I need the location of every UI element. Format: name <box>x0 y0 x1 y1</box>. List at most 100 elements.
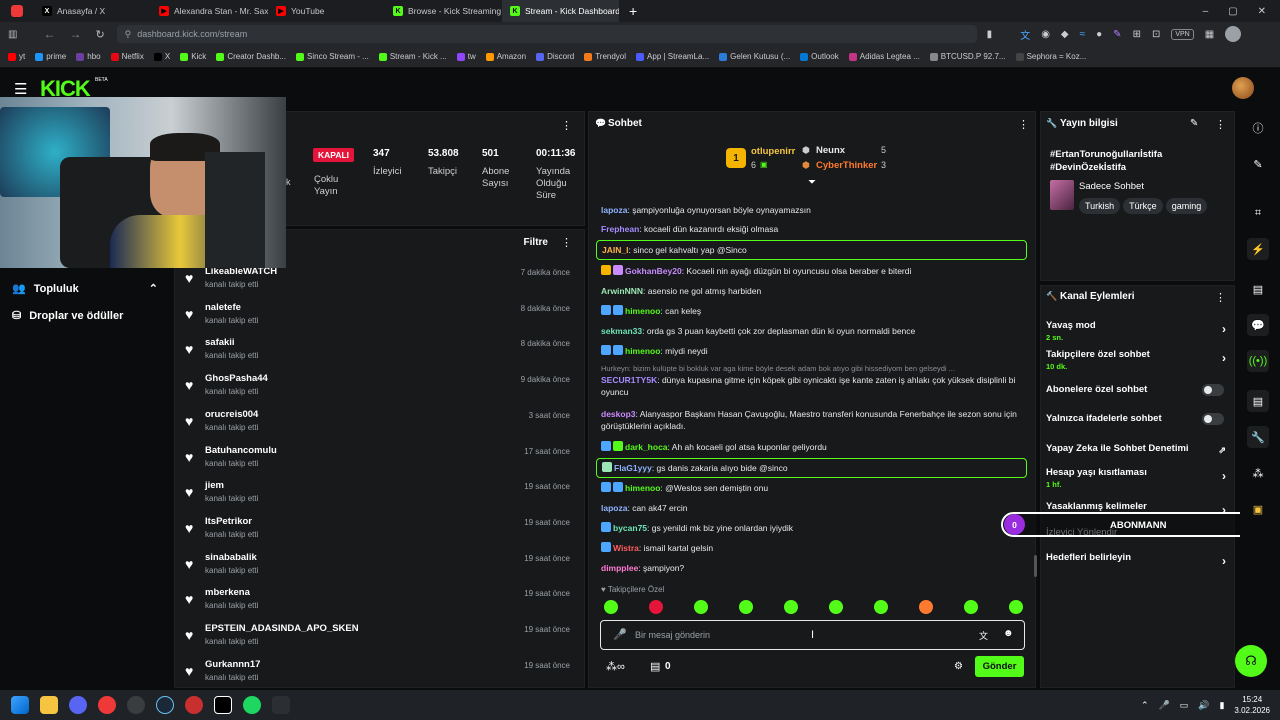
lightning-icon[interactable]: ⚡ <box>1247 238 1269 260</box>
chrome-icon[interactable] <box>127 696 145 714</box>
follower-name[interactable]: jiem <box>205 480 224 491</box>
bookmark-item[interactable]: Trendyol <box>584 52 626 61</box>
chat-username[interactable]: bycan75 <box>613 523 647 533</box>
pen-icon[interactable]: ✎ <box>1247 153 1269 175</box>
more-options-icon[interactable]: ⋮ <box>1215 291 1226 304</box>
windows-start-icon[interactable] <box>11 696 29 714</box>
bookmark-item[interactable]: prime <box>35 52 66 61</box>
tray-chevron-icon[interactable]: ⌃ <box>1141 700 1149 711</box>
chat-bubble-icon[interactable]: 💬 <box>1247 314 1269 336</box>
stream-tag[interactable]: Turkish <box>1079 198 1121 214</box>
leader-first-name[interactable]: otlupenirr <box>751 146 795 157</box>
stream-tag[interactable]: Türkçe <box>1123 198 1163 214</box>
new-tab-button[interactable]: + <box>619 3 647 19</box>
bookmark-item[interactable]: Kick <box>180 52 206 61</box>
browser-tab[interactable]: ▶ Alexandra Stan - Mr. Saxob <box>151 0 268 22</box>
document-icon[interactable]: ▤ <box>1247 278 1269 300</box>
back-icon[interactable]: ← <box>43 27 55 41</box>
channel-points-icon[interactable]: ⁂∞ <box>606 660 625 673</box>
leader-second-name[interactable]: Neunx <box>816 145 845 156</box>
chat-username[interactable]: Wistra <box>613 543 639 553</box>
follower-name[interactable]: EPSTEIN_ADASINDA_APO_SKEN <box>205 623 359 634</box>
browser-tab[interactable]: X Anasayfa / X <box>34 0 151 22</box>
close-icon[interactable]: ✕ <box>1258 6 1266 17</box>
extension-icon[interactable]: ≈ <box>1080 29 1086 40</box>
emote-icon[interactable] <box>919 600 933 614</box>
more-options-icon[interactable]: ⋮ <box>1018 118 1029 131</box>
bookmark-item[interactable]: tw <box>456 52 476 61</box>
emote-icon[interactable] <box>964 600 978 614</box>
chat-username[interactable]: GokhanBey20 <box>625 266 682 276</box>
discord-icon[interactable] <box>69 696 87 714</box>
chat-username[interactable]: himenoo <box>625 483 660 493</box>
chat-username[interactable]: himenoo <box>625 346 660 356</box>
chat-username[interactable]: sekman33 <box>601 326 642 336</box>
bookmark-item[interactable]: Creator Dashb... <box>216 52 286 61</box>
follower-name[interactable]: naletefe <box>205 302 241 313</box>
send-button[interactable]: Gönder <box>975 656 1024 677</box>
spotify-icon[interactable] <box>243 696 261 714</box>
chat-username[interactable]: ArwinNNN <box>601 286 643 296</box>
channel-action-item[interactable]: Takipçilere özel sohbet 10 dk. › <box>1046 349 1226 371</box>
app-icon[interactable] <box>272 696 290 714</box>
category-name[interactable]: Sadece Sohbet <box>1079 181 1144 192</box>
gift-icon[interactable]: ▣ <box>1247 498 1269 520</box>
bookmark-item[interactable]: hbo <box>76 52 101 61</box>
browser-tab[interactable]: ▶ YouTube <box>268 0 385 22</box>
nav-item-community[interactable]: 👥 Topluluk ⌃ <box>12 282 162 295</box>
microphone-icon[interactable]: 🎤 <box>1159 700 1170 711</box>
follower-name[interactable]: sinababalik <box>205 552 257 563</box>
vpn-badge[interactable]: VPN <box>1171 28 1194 40</box>
follower-name[interactable]: mberkena <box>205 587 250 598</box>
battery-icon[interactable]: ▮ <box>1219 700 1224 711</box>
extension-icon[interactable]: ● <box>1096 29 1102 40</box>
filter-button[interactable]: Filtre <box>524 237 548 248</box>
url-field[interactable]: ⚲ dashboard.kick.com/stream <box>116 25 977 43</box>
bookmark-item[interactable]: App | StreamLa... <box>636 52 709 61</box>
more-options-icon[interactable]: ⋮ <box>1215 118 1226 131</box>
steam-icon[interactable] <box>156 696 174 714</box>
microphone-icon[interactable]: 🎤 <box>613 628 627 641</box>
emote-icon[interactable] <box>829 600 843 614</box>
channel-action-item[interactable]: Hesap yaşı kısıtlaması 1 hf. › <box>1046 467 1226 489</box>
channel-action-item[interactable]: Yavaş mod 2 sn. › <box>1046 320 1226 342</box>
emote-icon[interactable] <box>1009 600 1023 614</box>
stream-tag[interactable]: gaming <box>1165 198 1208 214</box>
chat-username[interactable]: dimpplee <box>601 563 638 573</box>
speaker-icon[interactable]: 🔊 <box>1198 700 1209 711</box>
bookmark-item[interactable]: Gelen Kutusu (... <box>719 52 790 61</box>
chat-username[interactable]: himenoo <box>625 306 660 316</box>
follower-name[interactable]: Gurkannn17 <box>205 659 260 670</box>
bookmark-item[interactable]: Stream - Kick ... <box>378 52 447 61</box>
bookmark-item[interactable]: Outlook <box>800 52 839 61</box>
screenshot-icon[interactable]: ⌗ <box>1247 202 1269 224</box>
follower-name[interactable]: orucreis004 <box>205 409 258 420</box>
hamburger-menu-icon[interactable]: ☰ <box>14 80 27 98</box>
chat-username[interactable]: lapoza <box>601 205 627 215</box>
bookmark-item[interactable]: Netflix <box>110 52 144 61</box>
points-icon[interactable]: ⁂ <box>1247 462 1269 484</box>
bookmark-item[interactable]: X <box>153 52 170 61</box>
bookmark-item[interactable]: Amazon <box>485 52 526 61</box>
more-options-icon[interactable]: ⋮ <box>561 236 572 249</box>
bookmark-item[interactable]: yt <box>8 52 25 61</box>
chat-settings-icon[interactable]: ⚙ <box>954 661 963 672</box>
chat-username[interactable]: JAIN_l <box>602 245 628 255</box>
calendar-icon[interactable]: ▦ <box>1205 29 1214 40</box>
channel-action-item[interactable]: Yalnızca ifadelerle sohbet <box>1046 413 1226 425</box>
follower-name[interactable]: safakii <box>205 337 235 348</box>
forward-icon[interactable]: → <box>69 27 81 41</box>
extension-icon[interactable]: ⊞ <box>1133 29 1141 40</box>
emote-icon[interactable] <box>604 600 618 614</box>
channel-action-item[interactable]: Abonelere özel sohbet <box>1046 384 1226 396</box>
wrench-icon[interactable]: 🔧 <box>1247 426 1269 448</box>
translate-icon[interactable]: 文 <box>1020 27 1030 42</box>
channel-action-item[interactable]: Yapay Zeka ile Sohbet Denetimi ⇗ <box>1046 443 1226 455</box>
emote-icon[interactable] <box>739 600 753 614</box>
site-info-icon[interactable]: ⚲ <box>125 29 132 40</box>
emote-icon[interactable] <box>649 600 663 614</box>
extension-icon[interactable]: ⊡ <box>1152 29 1160 40</box>
bookmark-icon[interactable]: ▮ <box>987 29 993 40</box>
follower-name[interactable]: Batuhancomulu <box>205 445 277 456</box>
more-options-icon[interactable]: ⋮ <box>561 119 572 132</box>
